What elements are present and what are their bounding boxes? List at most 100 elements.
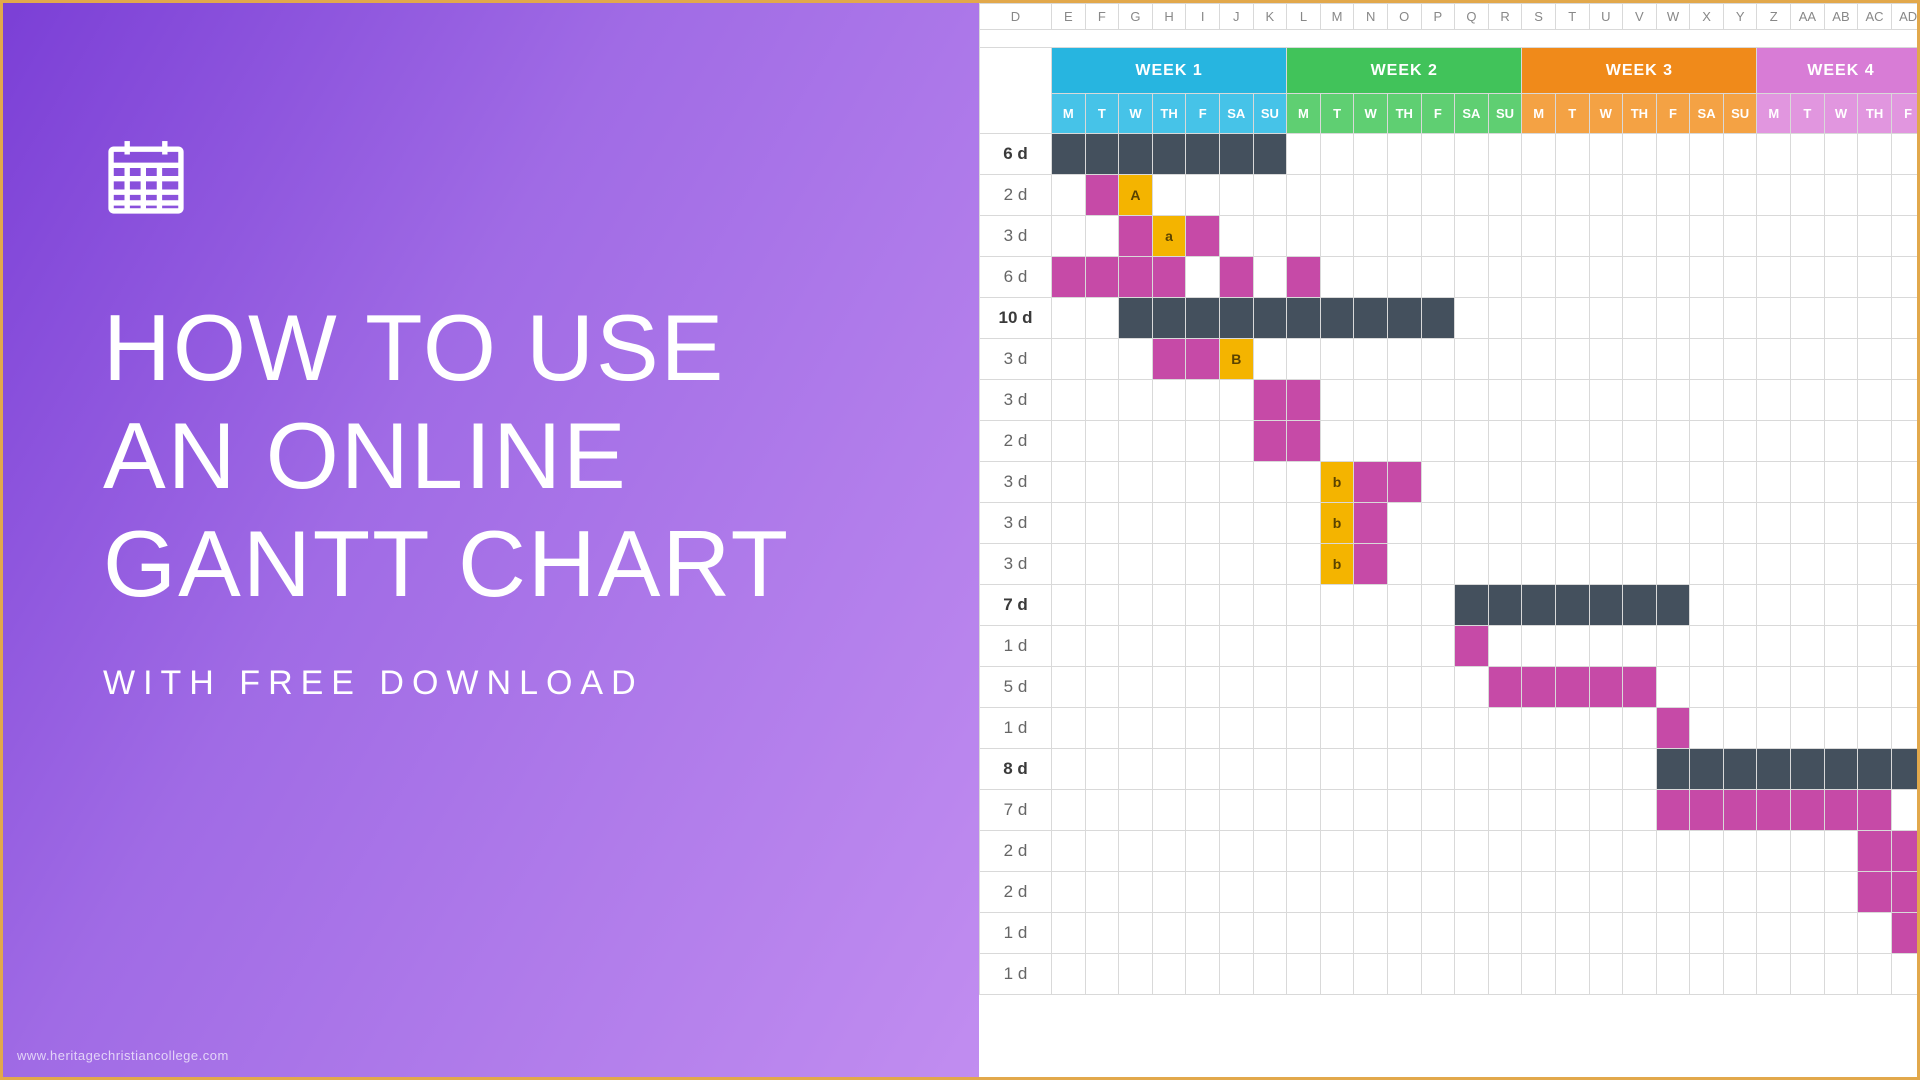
column-letter-cell: J — [1219, 4, 1253, 30]
gantt-cell — [1623, 708, 1657, 749]
gantt-cell — [1656, 298, 1690, 339]
gantt-cell — [1219, 175, 1253, 216]
gantt-cell — [1421, 790, 1455, 831]
gantt-cell — [1690, 503, 1724, 544]
gantt-cell — [1152, 831, 1186, 872]
gantt-cell — [1052, 503, 1086, 544]
column-letter-cell: W — [1656, 4, 1690, 30]
column-letter-cell: E — [1052, 4, 1086, 30]
gantt-cell — [1656, 749, 1690, 790]
gantt-cell — [1387, 462, 1421, 503]
gantt-cell — [1354, 298, 1388, 339]
column-letter-cell: K — [1253, 4, 1287, 30]
gantt-cell — [1387, 831, 1421, 872]
gantt-cell: b — [1320, 503, 1354, 544]
gantt-cell — [1421, 544, 1455, 585]
column-letter-cell: L — [1287, 4, 1321, 30]
gantt-cell — [1387, 790, 1421, 831]
gantt-cell — [1052, 585, 1086, 626]
day-header: SA — [1690, 94, 1724, 134]
gantt-cell — [1253, 831, 1287, 872]
gantt-cell — [1555, 216, 1589, 257]
gantt-cell — [1690, 544, 1724, 585]
gantt-task-row: 3 db — [980, 462, 1918, 503]
gantt-cell — [1085, 708, 1119, 749]
gantt-cell — [1757, 831, 1791, 872]
gantt-cell — [1623, 216, 1657, 257]
week-header-row: WEEK 1WEEK 2WEEK 3WEEK 4 — [980, 48, 1918, 94]
gantt-cell — [1757, 175, 1791, 216]
gantt-cell — [1455, 544, 1489, 585]
gantt-cell — [1757, 626, 1791, 667]
gantt-cell — [1757, 872, 1791, 913]
gantt-cell — [1052, 749, 1086, 790]
gantt-task-row: 1 d — [980, 626, 1918, 667]
gantt-cell — [1421, 954, 1455, 995]
gantt-cell — [1555, 585, 1589, 626]
duration-cell: 1 d — [980, 626, 1052, 667]
gantt-cell — [1186, 421, 1220, 462]
gantt-cell — [1488, 298, 1522, 339]
gantt-cell — [1623, 298, 1657, 339]
gantt-cell — [1891, 298, 1917, 339]
gantt-cell — [1119, 626, 1153, 667]
gantt-cell — [1555, 134, 1589, 175]
gantt-cell — [1387, 954, 1421, 995]
duration-cell: 2 d — [980, 421, 1052, 462]
gantt-cell — [1723, 954, 1757, 995]
gantt-cell — [1354, 708, 1388, 749]
duration-cell: 6 d — [980, 134, 1052, 175]
gantt-cell — [1119, 421, 1153, 462]
day-header: M — [1287, 94, 1321, 134]
gantt-cell — [1555, 175, 1589, 216]
column-letter-cell: T — [1555, 4, 1589, 30]
gantt-cell — [1791, 298, 1825, 339]
gantt-cell — [1757, 134, 1791, 175]
column-letter-cell: M — [1320, 4, 1354, 30]
gantt-cell — [1690, 667, 1724, 708]
day-header: W — [1354, 94, 1388, 134]
gantt-cell — [1623, 954, 1657, 995]
gantt-cell — [1354, 380, 1388, 421]
gantt-cell — [1387, 175, 1421, 216]
gantt-cell — [1858, 708, 1892, 749]
gantt-cell — [1723, 585, 1757, 626]
day-header: F — [1891, 94, 1917, 134]
gantt-cell — [1488, 421, 1522, 462]
gantt-task-row: 2 dA — [980, 175, 1918, 216]
gantt-cell — [1891, 339, 1917, 380]
gantt-cell — [1186, 339, 1220, 380]
column-letter-cell: Z — [1757, 4, 1791, 30]
gantt-cell — [1354, 954, 1388, 995]
gantt-cell — [1186, 585, 1220, 626]
column-letter-cell: Y — [1723, 4, 1757, 30]
gantt-cell — [1152, 749, 1186, 790]
gantt-cell — [1320, 626, 1354, 667]
gantt-cell — [1455, 585, 1489, 626]
gantt-cell — [1287, 667, 1321, 708]
day-header: TH — [1858, 94, 1892, 134]
gantt-cell — [1354, 421, 1388, 462]
gantt-cell — [1052, 626, 1086, 667]
gantt-cell — [1656, 872, 1690, 913]
gantt-cell — [1387, 626, 1421, 667]
gantt-cell — [1421, 298, 1455, 339]
gantt-cell — [1555, 298, 1589, 339]
gantt-cell — [1119, 134, 1153, 175]
gantt-cell — [1152, 626, 1186, 667]
gantt-cell — [1824, 216, 1858, 257]
gantt-cell — [1488, 954, 1522, 995]
gantt-cell — [1085, 626, 1119, 667]
gantt-cell — [1589, 257, 1623, 298]
gantt-cell — [1219, 749, 1253, 790]
gantt-cell — [1152, 667, 1186, 708]
gantt-cell — [1152, 503, 1186, 544]
gantt-cell — [1488, 831, 1522, 872]
gantt-cell — [1723, 175, 1757, 216]
gantt-cell — [1656, 462, 1690, 503]
gantt-cell — [1589, 872, 1623, 913]
gantt-cell — [1522, 790, 1556, 831]
gantt-cell — [1891, 544, 1917, 585]
gantt-cell — [1858, 339, 1892, 380]
gantt-cell — [1085, 872, 1119, 913]
